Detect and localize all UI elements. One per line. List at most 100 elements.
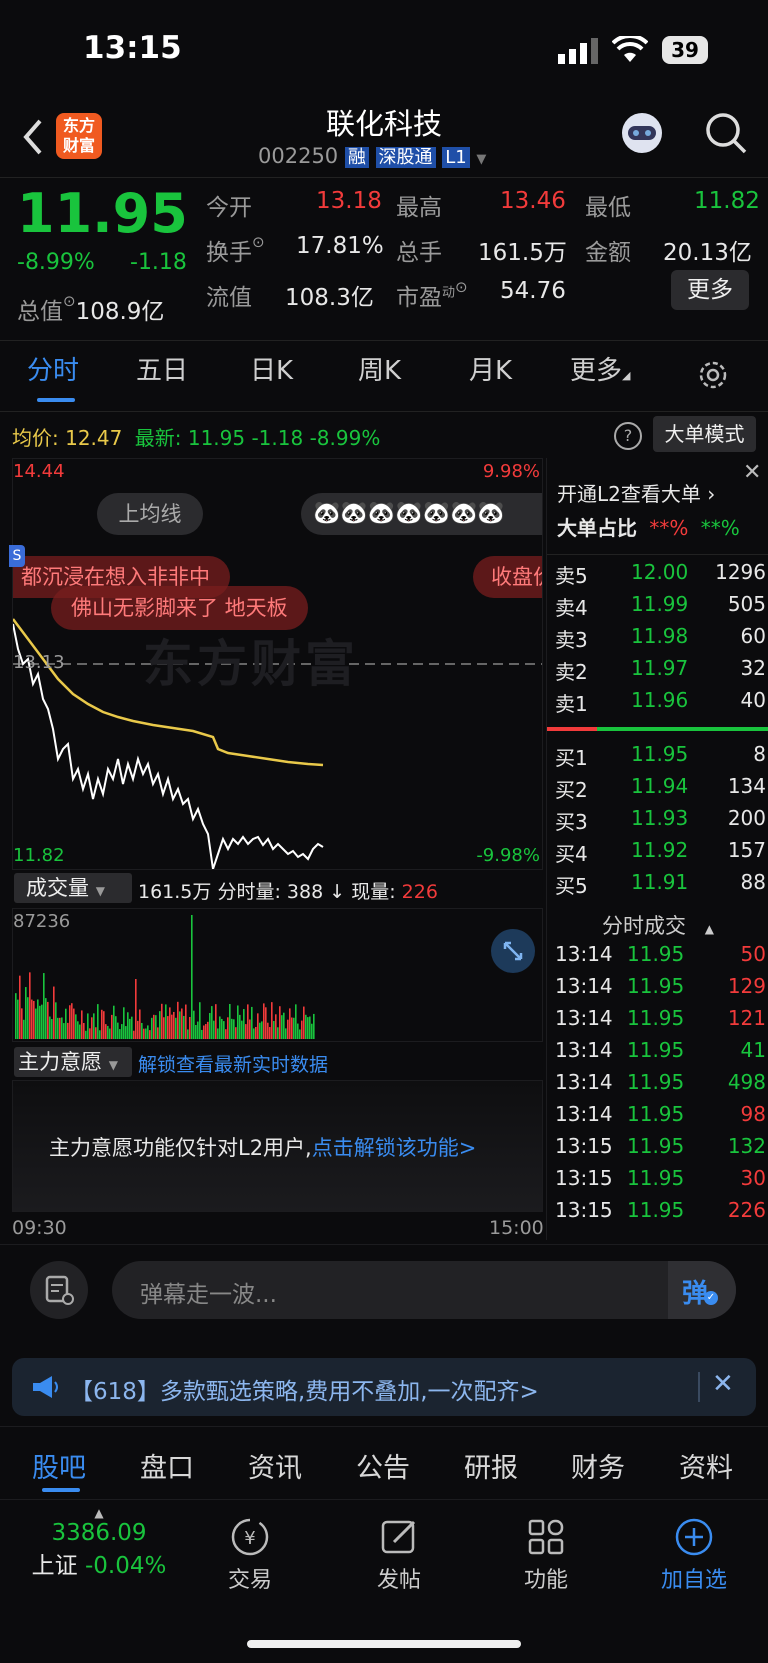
info-icon[interactable]: ⊙ xyxy=(455,278,468,296)
volume-bar xyxy=(19,975,21,1039)
tick-list[interactable]: 13:14 11.95 50 13:14 11.95 129 13:14 11.95 121… xyxy=(547,942,768,1242)
tab-order-book[interactable]: 盘口 xyxy=(140,1446,194,1485)
trade-button[interactable]: ¥ 交易 xyxy=(210,1516,290,1594)
volume-bar xyxy=(229,1003,231,1039)
volume-bar xyxy=(267,1022,269,1039)
minute-volume-value: 388 xyxy=(286,881,324,903)
danmaku-send-button[interactable]: 弹 ✓ xyxy=(668,1261,736,1319)
function-button[interactable]: 功能 xyxy=(506,1516,586,1594)
big-order-mode-button[interactable]: 大单模式 xyxy=(653,416,756,452)
tab-more[interactable]: 更多◢ xyxy=(570,350,630,387)
bid-price: 11.92 xyxy=(631,838,689,862)
help-icon[interactable]: ? xyxy=(614,422,642,450)
tick-volume: 129 xyxy=(727,974,766,998)
volume-header: 成交量 ▼ 161.5万 分时量: 388 ↓ 现量: 226 xyxy=(12,870,541,906)
signal-icon xyxy=(558,38,600,68)
bid-label: 买1 xyxy=(555,746,588,770)
main-will-unlock-cta[interactable]: 点击解锁该功能> xyxy=(312,1136,477,1160)
info-icon[interactable]: ⊙ xyxy=(252,233,265,251)
tick-volume: 498 xyxy=(727,1070,766,1094)
volume-bar xyxy=(63,1023,65,1039)
index-widget[interactable]: ▲ 3386.09 上证 -0.04% xyxy=(14,1506,184,1596)
volume-bar xyxy=(149,1030,151,1039)
volume-bar xyxy=(253,1028,255,1039)
tick-volume: 226 xyxy=(727,1198,766,1222)
bid-label: 买4 xyxy=(555,842,588,866)
volume-selector[interactable]: 成交量 ▼ xyxy=(14,873,132,903)
ticks-title: 分时成交 xyxy=(602,914,687,938)
content-tab-indicator xyxy=(42,1488,80,1492)
tab-monthly-k[interactable]: 月K xyxy=(469,350,512,387)
tab-research[interactable]: 研报 xyxy=(464,1446,518,1485)
volume-bar xyxy=(89,1028,91,1039)
promo-banner[interactable]: 【618】多款甄选策略,费用不叠加,一次配齐> ✕ xyxy=(12,1358,756,1416)
tab-five-day[interactable]: 五日 xyxy=(136,350,188,387)
intraday-chart[interactable]: 东方财富 14.44 9.98% 13.13 11.82 -9.98% 上均线 … xyxy=(9,458,543,870)
volume-bar xyxy=(105,1024,107,1039)
volume-bar xyxy=(83,1022,85,1039)
tab-forum[interactable]: 股吧 xyxy=(32,1446,86,1485)
l2-promo-link[interactable]: 开通L2查看大单 › xyxy=(557,478,715,507)
tab-announcements[interactable]: 公告 xyxy=(356,1446,410,1485)
market-cap-label: 总值 xyxy=(17,299,63,325)
volume-stats: 161.5万 分时量: 388 ↓ 现量: 226 xyxy=(138,877,438,904)
volume-bars xyxy=(15,915,315,1039)
volume-bar xyxy=(161,1003,163,1039)
post-button[interactable]: 发帖 xyxy=(359,1516,439,1594)
grid-icon xyxy=(525,1519,567,1562)
danmaku-settings-icon[interactable] xyxy=(30,1261,88,1319)
tab-news[interactable]: 资讯 xyxy=(248,1446,302,1485)
stock-subline[interactable]: 002250 融 深股通 L1 ▼ xyxy=(258,143,486,169)
close-promo-icon[interactable]: ✕ xyxy=(743,460,761,485)
tick-price: 11.95 xyxy=(627,942,685,966)
stat-label-pe: 市盈动⊙ xyxy=(396,278,468,311)
danmaku-item-3[interactable]: 收盘价 xyxy=(473,556,542,598)
robot-assistant-icon[interactable] xyxy=(618,109,666,161)
main-will-unlock-link[interactable]: 解锁查看最新实时数据 xyxy=(138,1050,328,1077)
danmaku-item-2[interactable]: 佛山无影脚来了 地天板 xyxy=(51,586,308,630)
volume-bar xyxy=(85,1030,87,1039)
home-indicator[interactable] xyxy=(247,1640,521,1648)
main-will-selector[interactable]: 主力意愿 ▼ xyxy=(14,1047,132,1077)
tick-volume: 30 xyxy=(740,1166,766,1190)
stat-label-volume: 总手 xyxy=(396,240,442,266)
tick-volume: 121 xyxy=(727,1006,766,1030)
tick-volume: 132 xyxy=(727,1134,766,1158)
tab-weekly-k[interactable]: 周K xyxy=(358,350,401,387)
add-watchlist-button[interactable]: 加自选 xyxy=(646,1516,742,1594)
comment-bar: 弹幕走一波... 弹 ✓ xyxy=(0,1244,768,1337)
search-icon[interactable] xyxy=(704,111,748,159)
expand-icon[interactable] xyxy=(491,929,535,973)
info-icon[interactable]: ⊙ xyxy=(63,292,76,310)
volume-bar xyxy=(309,1016,311,1039)
volume-bar xyxy=(125,1026,127,1039)
avg-line-button[interactable]: 上均线 xyxy=(97,493,203,535)
minute-volume-arrow: ↓ xyxy=(329,881,346,903)
tab-profile[interactable]: 资料 xyxy=(679,1446,733,1485)
close-icon[interactable]: ✕ xyxy=(712,1369,734,1399)
volume-bar xyxy=(197,1021,199,1039)
more-button[interactable]: 更多 xyxy=(671,270,749,310)
volume-bar xyxy=(163,1017,165,1039)
volume-bar xyxy=(263,1003,265,1039)
main-will-panel: 主力意愿功能仅针对L2用户,点击解锁该功能> xyxy=(12,1080,543,1212)
tick-row: 13:15 11.95 30 xyxy=(547,1166,766,1200)
bid-row: 买5 11.91 88 xyxy=(547,870,766,902)
ask-row: 卖4 11.99 505 xyxy=(547,592,766,624)
settings-gear-icon[interactable] xyxy=(696,358,730,396)
danmaku-input[interactable]: 弹幕走一波... 弹 ✓ xyxy=(112,1261,736,1319)
ticks-header[interactable]: 分时成交 ▲ xyxy=(547,910,768,940)
volume-bar xyxy=(15,993,17,1039)
volume-bar xyxy=(287,1019,289,1039)
volume-bar xyxy=(59,1017,61,1039)
volume-bar xyxy=(173,1011,175,1039)
volume-bar xyxy=(303,1006,305,1039)
volume-bar xyxy=(17,999,19,1039)
chevron-down-icon: ▼ xyxy=(476,152,487,167)
volume-bar xyxy=(159,1011,161,1039)
tab-financials[interactable]: 财务 xyxy=(571,1446,625,1485)
chevron-up-icon: ▲ xyxy=(704,922,714,936)
tab-daily-k[interactable]: 日K xyxy=(250,350,293,387)
order-book: ✕ 开通L2查看大单 › 大单占比 **% **% 卖5 12.00 1296 卖4… xyxy=(546,458,768,1240)
tab-intraday[interactable]: 分时 xyxy=(27,350,79,387)
